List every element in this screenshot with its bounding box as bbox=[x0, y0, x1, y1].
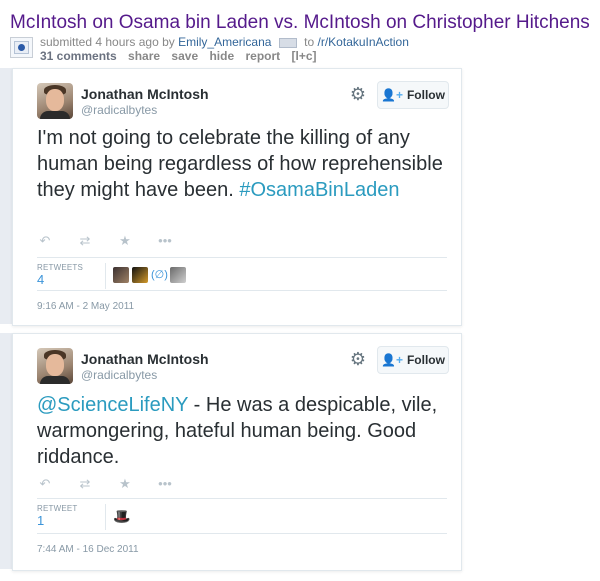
tweet-actions: ↶ ⇄ ★ ••• bbox=[37, 476, 173, 491]
tweet-text: I'm not going to celebrate the killing o… bbox=[37, 125, 447, 203]
avatar[interactable] bbox=[37, 348, 73, 384]
tweet-card: Jonathan McIntosh @radicalbytes ⚙ 👤+ Fol… bbox=[12, 68, 462, 326]
post-buttons: 31 comments share save hide report [l+c] bbox=[40, 49, 325, 63]
stats-divider-bottom bbox=[37, 533, 447, 534]
retweeter-avatar[interactable] bbox=[170, 267, 186, 283]
comments-link[interactable]: 31 comments bbox=[40, 49, 117, 63]
share-button[interactable]: share bbox=[128, 49, 160, 63]
avatar-face bbox=[46, 89, 64, 111]
favorite-icon[interactable]: ★ bbox=[117, 233, 133, 248]
add-person-icon: 👤+ bbox=[381, 88, 403, 102]
null-set-icon[interactable]: (∅) bbox=[151, 267, 168, 283]
gear-icon[interactable]: ⚙ bbox=[349, 85, 367, 103]
follow-button[interactable]: 👤+ Follow bbox=[377, 81, 449, 109]
tweet-author-handle[interactable]: @radicalbytes bbox=[81, 368, 157, 382]
thumbnail-image-icon bbox=[14, 41, 29, 54]
retweets-label: RETWEETS bbox=[37, 263, 84, 272]
tagline-prefix: submitted 4 hours ago by bbox=[40, 35, 175, 49]
follow-label: Follow bbox=[406, 353, 445, 367]
more-icon[interactable]: ••• bbox=[157, 233, 173, 248]
avatar-face bbox=[46, 354, 64, 376]
hat-icon[interactable]: 🎩 bbox=[113, 508, 130, 524]
tweet-author-name[interactable]: Jonathan McIntosh bbox=[81, 86, 209, 102]
add-person-icon: 👤+ bbox=[381, 353, 403, 367]
context-button[interactable]: [l+c] bbox=[292, 49, 317, 63]
hide-button[interactable]: hide bbox=[209, 49, 234, 63]
gear-icon[interactable]: ⚙ bbox=[349, 350, 367, 368]
retweets-count[interactable]: 1 bbox=[37, 513, 44, 528]
hashtag-link[interactable]: #OsamaBinLaden bbox=[239, 179, 399, 201]
author-link[interactable]: Emily_Americana bbox=[178, 35, 271, 49]
report-button[interactable]: report bbox=[245, 49, 280, 63]
avatar[interactable] bbox=[37, 83, 73, 119]
tweet-timestamp[interactable]: 7:44 AM - 16 Dec 2011 bbox=[37, 544, 139, 555]
tweet-text: @ScienceLifeNY - He was a despicable, vi… bbox=[37, 392, 447, 470]
stats-divider-top bbox=[37, 498, 447, 499]
thumbnail-dot bbox=[18, 44, 25, 51]
tweet-author-handle[interactable]: @radicalbytes bbox=[81, 103, 157, 117]
post-title[interactable]: McIntosh on Osama bin Laden vs. McIntosh… bbox=[10, 12, 590, 34]
more-icon[interactable]: ••• bbox=[157, 476, 173, 491]
retweets-label: RETWEET bbox=[37, 504, 78, 513]
retweets-count[interactable]: 4 bbox=[37, 272, 44, 287]
post-tagline: submitted 4 hours ago by Emily_Americana… bbox=[40, 35, 409, 49]
retweeter-avatars: (∅) bbox=[113, 267, 186, 283]
save-button[interactable]: save bbox=[171, 49, 198, 63]
user-flair-icon bbox=[278, 37, 297, 48]
avatar-shirt bbox=[40, 111, 70, 119]
stats-divider-bottom bbox=[37, 290, 447, 291]
retweeter-avatar[interactable] bbox=[113, 267, 129, 283]
tweet-author-name[interactable]: Jonathan McIntosh bbox=[81, 351, 209, 367]
retweeter-avatar[interactable] bbox=[132, 267, 148, 283]
follow-label: Follow bbox=[406, 88, 445, 102]
retweet-icon[interactable]: ⇄ bbox=[77, 233, 93, 248]
tweet-actions: ↶ ⇄ ★ ••• bbox=[37, 233, 173, 248]
stats-divider-top bbox=[37, 257, 447, 258]
retweeter-avatars: 🎩 bbox=[113, 508, 130, 524]
reply-icon[interactable]: ↶ bbox=[37, 476, 53, 491]
embed-side-bar bbox=[0, 333, 12, 569]
stats-divider bbox=[105, 263, 106, 289]
follow-button[interactable]: 👤+ Follow bbox=[377, 346, 449, 374]
mention-link[interactable]: @ScienceLifeNY bbox=[37, 394, 188, 416]
subreddit-link[interactable]: /r/KotakuInAction bbox=[318, 35, 409, 49]
embed-side-bar bbox=[0, 68, 12, 324]
post-thumbnail[interactable] bbox=[10, 37, 33, 58]
tagline-to: to bbox=[304, 35, 315, 49]
tweet-timestamp[interactable]: 9:16 AM - 2 May 2011 bbox=[37, 301, 134, 312]
favorite-icon[interactable]: ★ bbox=[117, 476, 133, 491]
retweet-icon[interactable]: ⇄ bbox=[77, 476, 93, 491]
stats-divider bbox=[105, 504, 106, 530]
reply-icon[interactable]: ↶ bbox=[37, 233, 53, 248]
tweet-card: Jonathan McIntosh @radicalbytes ⚙ 👤+ Fol… bbox=[12, 333, 462, 571]
avatar-shirt bbox=[40, 376, 70, 384]
